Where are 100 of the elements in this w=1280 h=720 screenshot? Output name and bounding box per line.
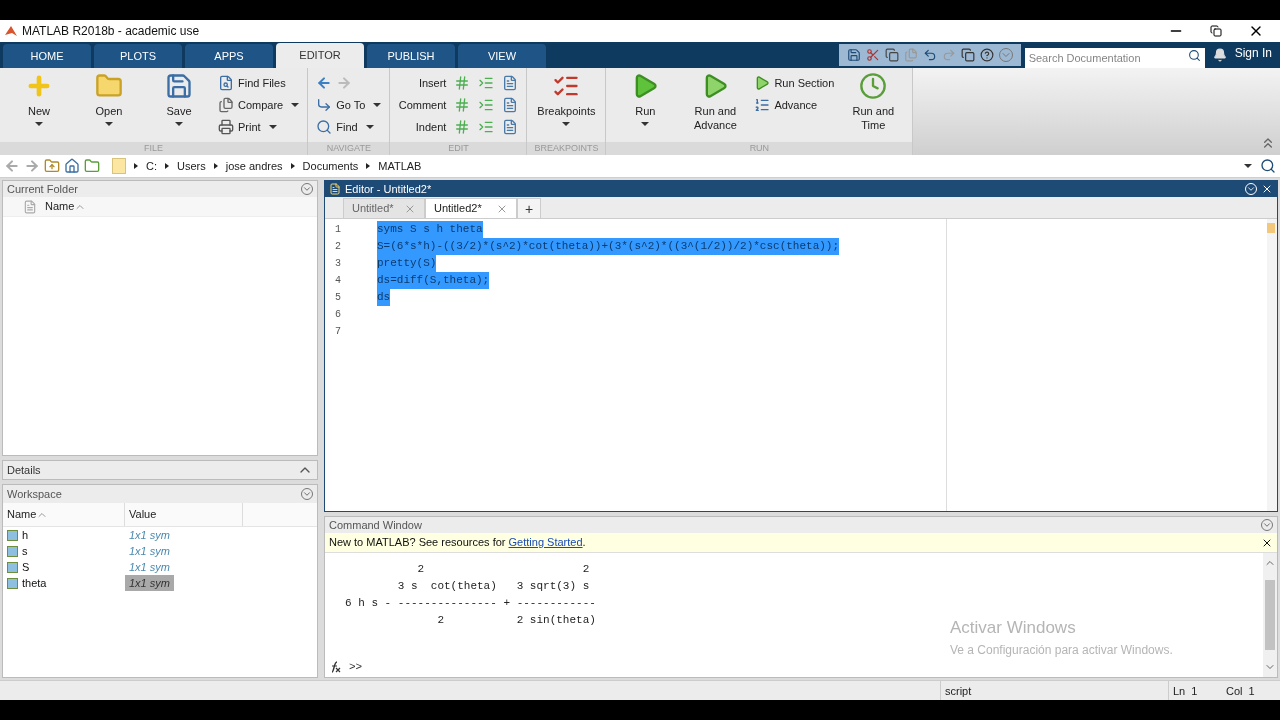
copy-icon[interactable] xyxy=(884,48,899,62)
path-segment[interactable]: Users xyxy=(177,157,206,175)
function-icon[interactable] xyxy=(329,660,341,673)
variable-value[interactable]: 1x1 sym xyxy=(125,543,174,559)
activation-subtitle: Ve a Configuración para activar Windows. xyxy=(950,641,1173,659)
search-icon[interactable] xyxy=(1260,158,1276,174)
panel-title: Workspace xyxy=(7,486,62,502)
bell-icon[interactable] xyxy=(1212,48,1227,62)
path-segment[interactable]: jose andres xyxy=(225,157,283,175)
ribbon-tab[interactable]: PLOTS xyxy=(94,44,182,68)
getting-started-link[interactable]: Getting Started xyxy=(508,536,583,549)
edit-icon[interactable] xyxy=(502,75,519,91)
variable-icon xyxy=(7,529,18,541)
ribbon-button[interactable]: Run xyxy=(614,72,677,126)
variable-name[interactable]: theta xyxy=(22,574,47,592)
variable-value[interactable]: 1x1 sym xyxy=(125,559,174,575)
back-icon[interactable] xyxy=(4,158,20,174)
printer-icon xyxy=(218,119,234,135)
ribbon-tab[interactable]: VIEW xyxy=(458,44,546,68)
ribbon-button[interactable]: Breakpoints xyxy=(535,72,598,126)
variable-icon xyxy=(7,545,18,557)
caret-icon xyxy=(373,103,382,107)
column-header[interactable]: Name xyxy=(7,506,37,523)
arrow-icon xyxy=(366,163,371,169)
windows-icon[interactable] xyxy=(960,48,975,62)
caret-icon xyxy=(105,122,113,126)
help-icon[interactable] xyxy=(979,48,994,62)
search-field[interactable]: Search Documentation xyxy=(1024,48,1205,68)
ribbon-button[interactable]: Open xyxy=(78,72,140,126)
ribbon-button[interactable]: Run and Time xyxy=(842,72,905,132)
variable-value[interactable]: 1x1 sym xyxy=(125,575,174,591)
ribbon-button[interactable]: Save xyxy=(148,72,210,126)
window-title: MATLAB R2018b - academic use xyxy=(22,23,200,40)
edit-icon[interactable] xyxy=(502,119,519,135)
edit-icon[interactable] xyxy=(478,75,495,91)
document-tab[interactable]: Untitled* xyxy=(343,198,425,218)
edit-label: Indent xyxy=(414,119,447,135)
panel-title: Details xyxy=(7,462,41,478)
caret-icon xyxy=(562,122,571,126)
editor-icon xyxy=(329,183,341,195)
home-icon[interactable] xyxy=(64,158,80,174)
search-icon[interactable] xyxy=(1187,49,1201,62)
line-number: 3 xyxy=(334,257,342,271)
edit-label: Comment xyxy=(398,97,447,113)
list-icon xyxy=(754,97,771,113)
line-number: 4 xyxy=(334,274,342,288)
variable-name[interactable]: S xyxy=(22,558,30,576)
output-line: 3 s cot(theta) 3 sqrt(3) s xyxy=(396,579,590,594)
ribbon-button[interactable]: Advance xyxy=(754,94,835,116)
ribbon-button[interactable]: Compare xyxy=(218,94,300,116)
scroll-marker xyxy=(1267,223,1275,233)
ribbon-button[interactable]: Find Files xyxy=(218,72,300,94)
arrow-icon xyxy=(316,97,333,113)
ribbon-tab[interactable]: PUBLISH xyxy=(367,44,455,68)
ribbon-button[interactable]: Go To xyxy=(316,94,382,116)
caret-icon xyxy=(291,103,300,107)
forward-icon[interactable] xyxy=(24,158,40,174)
path-segment[interactable]: MATLAB xyxy=(378,157,422,175)
cut-icon[interactable] xyxy=(865,48,880,62)
folder-up-icon[interactable] xyxy=(44,158,60,174)
ribbon-button[interactable]: Run Section xyxy=(754,72,835,94)
ribbon-tab[interactable]: EDITOR xyxy=(276,43,364,68)
output-line: 2 2 sin(theta) xyxy=(436,613,596,628)
ribbon-tab[interactable]: APPS xyxy=(185,44,273,68)
document-tab[interactable]: Untitled2* xyxy=(425,198,517,218)
command-prompt[interactable]: >> xyxy=(349,658,363,675)
ribbon-button[interactable]: New xyxy=(8,72,70,126)
scrollbar[interactable] xyxy=(1263,553,1277,677)
ribbon-tab[interactable]: HOME xyxy=(3,44,91,68)
column-header[interactable]: Value xyxy=(129,506,157,523)
caret-icon xyxy=(1244,164,1252,168)
column-header[interactable]: Name xyxy=(45,198,75,215)
ribbon-button[interactable]: Run and Advance xyxy=(684,72,747,132)
activation-title: Activar Windows xyxy=(950,617,1077,639)
ribbon-button[interactable]: Find xyxy=(316,116,382,138)
arrow-icon xyxy=(213,163,218,169)
undo-icon[interactable] xyxy=(922,48,937,62)
ribbon-button[interactable]: Print xyxy=(218,116,300,138)
line-number: 5 xyxy=(334,291,342,305)
edit-icon[interactable] xyxy=(478,97,495,113)
play-icon xyxy=(754,75,771,91)
edit-icon[interactable] xyxy=(454,97,471,113)
variable-name[interactable]: h xyxy=(22,526,29,544)
edit-icon[interactable] xyxy=(478,119,495,135)
close-icon[interactable] xyxy=(1261,183,1273,195)
new-tab-button[interactable]: + xyxy=(517,198,541,218)
group-label: NAVIGATE xyxy=(308,142,390,155)
line-number: 1 xyxy=(334,223,342,237)
sign-in-link[interactable]: Sign In xyxy=(1234,44,1272,62)
variable-value[interactable]: 1x1 sym xyxy=(125,527,174,543)
path-segment[interactable]: C: xyxy=(146,157,157,175)
restore-icon[interactable] xyxy=(1210,25,1222,37)
edit-label: Insert xyxy=(417,75,447,91)
save-icon[interactable] xyxy=(846,48,861,62)
variable-name[interactable]: s xyxy=(22,542,28,560)
path-segment[interactable]: Documents xyxy=(302,157,359,175)
edit-icon[interactable] xyxy=(454,75,471,91)
edit-icon[interactable] xyxy=(454,119,471,135)
status-column: Col 1 xyxy=(1222,681,1280,700)
edit-icon[interactable] xyxy=(502,97,519,113)
